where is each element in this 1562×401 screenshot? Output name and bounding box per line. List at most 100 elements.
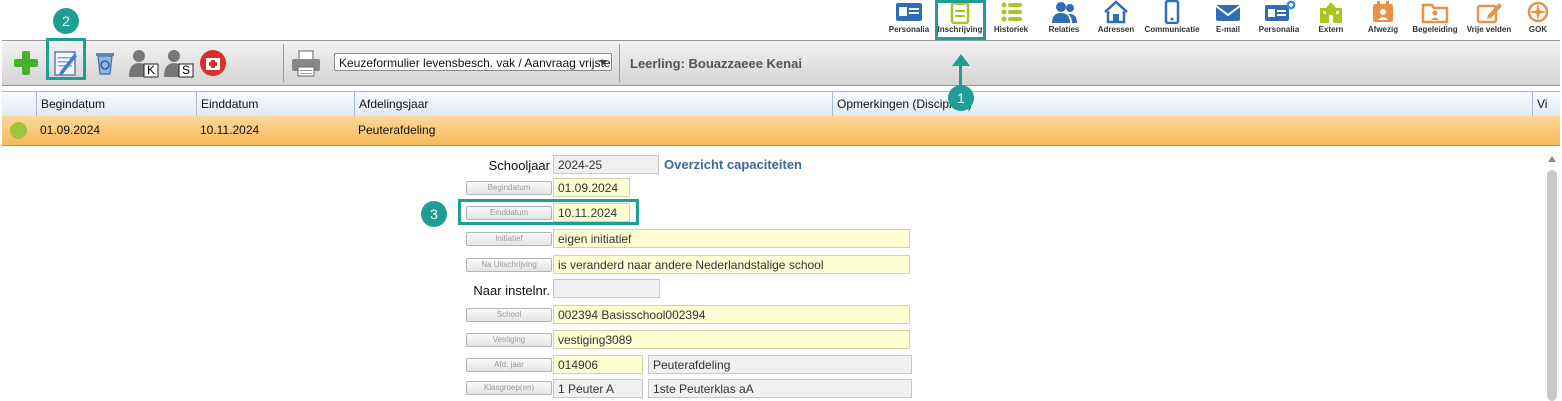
column-header-begindatum[interactable]: Begindatum (36, 92, 196, 116)
nav-historiek-label: Historiek (993, 25, 1029, 34)
student-k-button[interactable]: K (128, 48, 160, 78)
schooljaar-field[interactable]: 2024-25 (553, 155, 659, 174)
hospital-button[interactable] (198, 48, 228, 78)
school-field[interactable]: 002394 Basisschool002394 (553, 305, 910, 324)
people-icon (1052, 2, 1077, 23)
highlight-inschrijving (935, 0, 986, 40)
cell-afdelingsjaar: Peuterafdeling (358, 123, 436, 137)
grid-header: Begindatum Einddatum Afdelingsjaar Opmer… (2, 91, 1560, 117)
nav-vrije-velden-label: Vrije velden (1466, 25, 1512, 34)
overzicht-capaciteiten-link[interactable]: Overzicht capaciteiten (664, 157, 802, 172)
nav-relaties[interactable]: Relaties (1042, 0, 1086, 40)
afd-jaar-code-field[interactable]: 014906 (553, 355, 643, 374)
scroll-up-arrow-icon[interactable] (1548, 156, 1556, 162)
highlight-edit-button (46, 38, 86, 80)
print-button[interactable] (289, 48, 323, 78)
nav-vrije-velden[interactable]: Vrije velden (1464, 0, 1514, 40)
table-row[interactable]: 01.09.2024 10.11.2024 Peuterafdeling (2, 116, 1560, 146)
nav-adressen[interactable]: Adressen (1094, 0, 1138, 40)
cell-einddatum: 10.11.2024 (200, 123, 260, 137)
status-indicator-icon (10, 122, 27, 139)
envelope-icon (1215, 5, 1241, 21)
annotation-badge-2: 2 (53, 8, 79, 34)
chevron-down-icon (599, 60, 607, 65)
school-button[interactable]: School (466, 308, 552, 322)
annotation-badge-3: 3 (421, 201, 447, 227)
printer-icon (292, 50, 320, 77)
column-header-status[interactable] (2, 92, 36, 116)
s-badge-label: S (182, 63, 191, 77)
toolbar-divider (619, 44, 620, 82)
school-building-icon (1320, 2, 1342, 23)
nav-adressen-label: Adressen (1097, 25, 1135, 34)
vestiging-button[interactable]: Vestiging (466, 333, 552, 347)
begindatum-button[interactable]: Begindatum (466, 181, 552, 195)
nav-afwezig[interactable]: Afwezig (1362, 0, 1404, 40)
nav-personalia-label: Personalia (888, 25, 930, 34)
afd-jaar-button[interactable]: Afd. jaar (466, 358, 552, 372)
person-k-icon (129, 50, 159, 78)
begindatum-field[interactable]: 01.09.2024 (553, 178, 630, 197)
person-s-icon (164, 50, 194, 78)
calendar-person-icon (1373, 1, 1393, 22)
nav-email-label: E-mail (1215, 25, 1240, 34)
delete-button[interactable] (90, 48, 120, 78)
toolbar: K S Keuzeformulier levensbesch. vak / Aa… (2, 40, 1560, 86)
nav-relaties-label: Relaties (1048, 25, 1080, 34)
nav-historiek[interactable]: Historiek (990, 0, 1032, 40)
id-card-icon (896, 3, 922, 21)
arrow-up-icon (952, 54, 970, 66)
column-header-vi[interactable]: Vi (1532, 92, 1560, 116)
phone-icon (1164, 0, 1180, 24)
naar-instelnr-label: Naar instelnr. (473, 283, 550, 298)
form-type-select-value: Keuzeformulier levensbesch. vak / Aanvra… (339, 56, 612, 70)
initiatief-button[interactable]: Initiatief (466, 232, 552, 246)
vertical-scrollbar[interactable] (1547, 170, 1557, 401)
nav-communicatie-label: Communicatie (1144, 25, 1200, 34)
nav-personalia-plus[interactable]: Personalia (1251, 0, 1307, 40)
klasgroep-code-field[interactable]: 1 Peuter A (553, 379, 643, 398)
nav-extern-label: Extern (1318, 25, 1344, 34)
top-navigation: Personalia Inschrijving Historiek Relati… (0, 0, 1562, 40)
schooljaar-label: Schooljaar (488, 158, 550, 173)
annotation-badge-1: 1 (948, 85, 974, 111)
nav-extern[interactable]: Extern (1310, 0, 1352, 40)
klasgroep-button[interactable]: Klasgroep(en) (466, 381, 552, 395)
house-icon (1104, 0, 1128, 24)
nav-afwezig-label: Afwezig (1367, 25, 1399, 34)
column-header-einddatum[interactable]: Einddatum (196, 92, 354, 116)
student-name-label: Leerling: Bouazzaeee Kenai (630, 56, 802, 71)
cell-begindatum: 01.09.2024 (40, 123, 101, 137)
nav-begeleiding[interactable]: Begeleiding (1408, 0, 1462, 40)
nav-begeleiding-label: Begeleiding (1412, 25, 1458, 34)
pencil-edit-icon (1476, 3, 1502, 24)
na-uitschrijving-button[interactable]: Na Uitschrijving (466, 258, 552, 272)
nav-communicatie[interactable]: Communicatie (1140, 0, 1204, 40)
na-uitschrijving-field[interactable]: is veranderd naar andere Nederlandstalig… (553, 255, 910, 274)
student-s-button[interactable]: S (163, 48, 195, 78)
column-header-afdelingsjaar[interactable]: Afdelingsjaar (354, 92, 832, 116)
recycle-bin-icon (96, 53, 114, 75)
toolbar-divider (283, 44, 284, 82)
hospital-icon (200, 50, 226, 76)
nav-gok-label: GOK (1528, 25, 1548, 34)
column-header-opmerkingen[interactable]: Opmerkingen (Discipline) (832, 92, 1532, 116)
highlight-einddatum (458, 199, 639, 225)
plus-icon (14, 51, 38, 75)
nav-personalia-plus-label: Personalia (1258, 25, 1300, 34)
folder-person-icon (1421, 3, 1449, 24)
k-badge-label: K (147, 63, 156, 77)
nav-email[interactable]: E-mail (1208, 0, 1248, 40)
form-type-select[interactable]: Keuzeformulier levensbesch. vak / Aanvra… (334, 53, 612, 71)
add-button[interactable] (11, 48, 41, 78)
klasgroep-name-field[interactable]: 1ste Peuterklas aA (648, 379, 912, 398)
naar-instelnr-field[interactable] (553, 279, 660, 298)
list-icon (1001, 2, 1022, 22)
nav-gok[interactable]: GOK (1518, 0, 1558, 40)
afd-jaar-name-field[interactable]: Peuterafdeling (648, 355, 912, 374)
compass-icon (1527, 1, 1549, 23)
vestiging-field[interactable]: vestiging3089 (553, 330, 910, 349)
id-card-plus-icon (1265, 0, 1296, 21)
nav-personalia[interactable]: Personalia (887, 0, 931, 40)
initiatief-field[interactable]: eigen initiatief (553, 229, 910, 248)
